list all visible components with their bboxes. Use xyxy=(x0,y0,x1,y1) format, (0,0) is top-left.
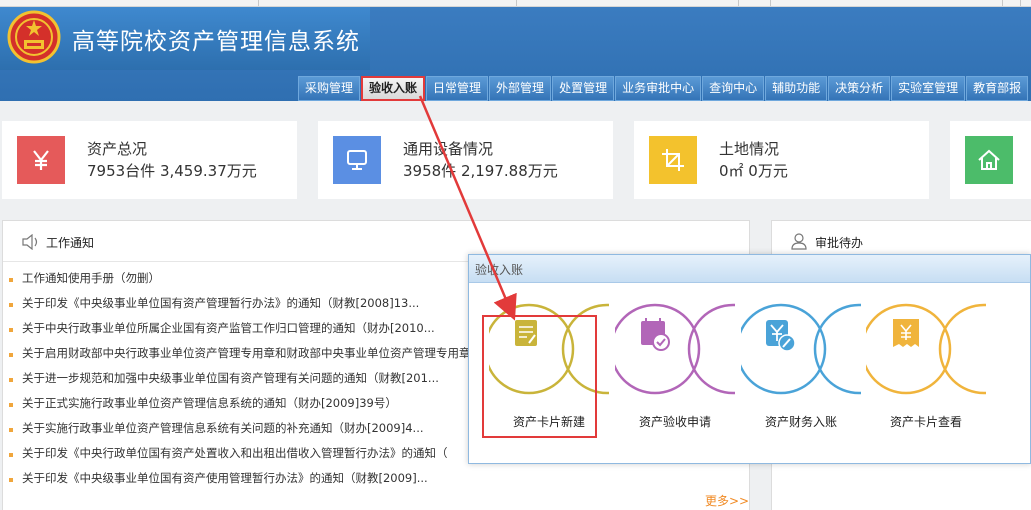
approval-title: 审批待办 xyxy=(815,236,864,250)
tile-asset-card-view[interactable]: 资产卡片查看 xyxy=(866,297,986,437)
nav-item-external[interactable]: 外部管理 xyxy=(489,76,552,101)
main-nav: 采购管理 验收入账 日常管理 外部管理 处置管理 业务审批中心 查询中心 辅助功… xyxy=(298,76,1029,101)
nav-item-query-center[interactable]: 查询中心 xyxy=(702,76,765,101)
stat-card-value: 7953台件 3,459.37万元 xyxy=(87,162,257,180)
more-link[interactable]: 更多>> xyxy=(705,492,749,509)
nav-item-approval-center[interactable]: 业务审批中心 xyxy=(615,76,702,101)
annotation-highlight-box xyxy=(482,315,597,438)
nav-item-moe-report[interactable]: 教育部报 xyxy=(966,76,1029,101)
yen-icon xyxy=(17,136,65,184)
calendar-check-icon xyxy=(615,303,735,395)
tile-label: 资产验收申请 xyxy=(638,415,711,429)
app-header: 高等院校资产管理信息系统 采购管理 验收入账 日常管理 外部管理 处置管理 业务… xyxy=(0,7,1031,101)
user-icon xyxy=(791,233,807,250)
notice-item[interactable]: 关于印发《中央行政单位国有资产处置收入和出租出借收入管理暂行办法》的通知（ xyxy=(9,445,489,465)
title-band: 高等院校资产管理信息系统 xyxy=(0,7,370,70)
notice-item[interactable]: 关于印发《中央级事业单位国有资产管理暂行办法》的通知（财教[2008]13... xyxy=(9,295,489,315)
nav-item-daily[interactable]: 日常管理 xyxy=(426,76,489,101)
national-emblem-icon xyxy=(7,10,61,64)
app-title: 高等院校资产管理信息系统 xyxy=(72,29,360,55)
notice-item[interactable]: 关于正式实施行政事业单位资产管理信息系统的通知（财办[2009]39号） xyxy=(9,395,489,415)
modal-title: 验收入账 xyxy=(475,263,524,277)
stat-card-value: 3958件 2,197.88万元 xyxy=(403,162,558,180)
stat-card-assets[interactable]: 资产总况 7953台件 3,459.37万元 xyxy=(2,121,297,199)
nav-item-decision[interactable]: 决策分析 xyxy=(828,76,891,101)
notice-item[interactable]: 关于启用财政部中央行政事业单位资产管理专用章和财政部中央事业单位资产管理专用章 xyxy=(9,345,489,365)
tile-asset-acceptance[interactable]: 资产验收申请 xyxy=(615,297,735,437)
notice-item[interactable]: 工作通知使用手册（勿删） xyxy=(9,270,489,290)
nav-item-acceptance[interactable]: 验收入账 xyxy=(361,76,426,101)
notice-item[interactable]: 关于实施行政事业单位资产管理信息系统有关问题的补充通知（财办[2009]4... xyxy=(9,420,489,440)
monitor-icon xyxy=(333,136,381,184)
yen-pen-icon xyxy=(741,303,861,395)
nav-item-lab[interactable]: 实验室管理 xyxy=(891,76,966,101)
notice-item[interactable]: 关于进一步规范和加强中央级事业单位国有资产管理有关问题的通知（财教[201... xyxy=(9,370,489,390)
nav-item-auxiliary[interactable]: 辅助功能 xyxy=(765,76,828,101)
stat-card-label: 资产总况 xyxy=(87,140,148,158)
stat-card-land[interactable]: 土地情况 0㎡ 0万元 xyxy=(634,121,929,199)
work-notice-title: 工作通知 xyxy=(46,236,95,250)
stat-card-label: 土地情况 xyxy=(719,140,780,158)
nav-item-disposal[interactable]: 处置管理 xyxy=(552,76,615,101)
stat-card-value: 0㎡ 0万元 xyxy=(719,162,788,180)
modal-title-bar[interactable]: 验收入账 xyxy=(469,255,1030,283)
house-icon xyxy=(965,136,1013,184)
browser-top-strip xyxy=(0,0,1031,7)
tile-asset-finance-entry[interactable]: 资产财务入账 xyxy=(741,297,861,437)
tile-label: 资产财务入账 xyxy=(764,415,837,429)
tile-label: 资产卡片查看 xyxy=(889,415,962,429)
stat-card-housing[interactable] xyxy=(950,121,1031,199)
notice-item[interactable]: 关于印发《中央级事业单位国有资产使用管理暂行办法》的通知（财教[2009]... xyxy=(9,470,489,490)
crop-icon xyxy=(649,136,697,184)
stat-card-equipment[interactable]: 通用设备情况 3958件 2,197.88万元 xyxy=(318,121,613,199)
stat-card-label: 通用设备情况 xyxy=(403,140,494,158)
speaker-icon xyxy=(22,234,38,250)
notice-item[interactable]: 关于中央行政事业单位所属企业国有资产监管工作归口管理的通知（财办[2010... xyxy=(9,320,489,340)
receipt-yen-icon xyxy=(866,303,986,395)
nav-item-procurement[interactable]: 采购管理 xyxy=(298,76,361,101)
